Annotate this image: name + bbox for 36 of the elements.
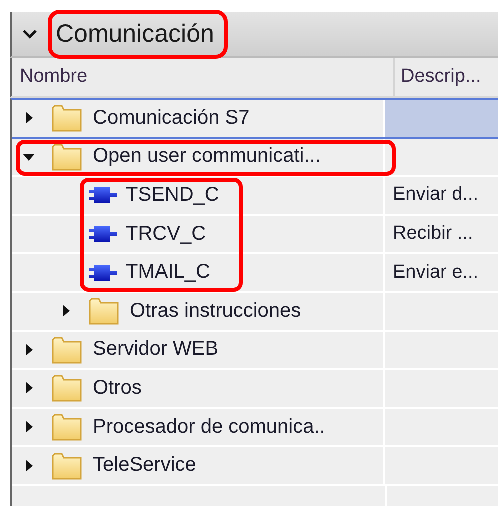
folder-icon: [52, 336, 82, 364]
description-text: Enviar d...: [393, 184, 479, 206]
folder-icon: [89, 297, 119, 326]
tree-row[interactable]: Servidor WEB: [12, 332, 498, 370]
tree-row[interactable]: Comunicación S7: [12, 100, 498, 139]
folder-icon: [52, 452, 82, 480]
tree-item-label[interactable]: TeleService: [93, 454, 196, 478]
tree-item-label[interactable]: Comunicación S7: [93, 106, 250, 130]
tree-item-label[interactable]: TMAIL_C: [126, 261, 210, 284]
folder-icon: [52, 374, 82, 402]
tree-row[interactable]: Procesador de comunica..: [12, 408, 498, 448]
folder-icon: [52, 104, 82, 132]
function-block-icon: [88, 225, 118, 244]
description-text: Enviar e...: [393, 262, 479, 284]
description-text: Recibir ...: [393, 223, 474, 246]
tree-row[interactable]: TMAIL_C Enviar e...: [12, 254, 498, 293]
tree-row[interactable]: TSEND_C Enviar d...: [12, 177, 498, 216]
tree-row[interactable]: Otros: [12, 370, 498, 409]
folder-icon: [52, 413, 82, 442]
column-header[interactable]: Descrip...: [395, 58, 498, 96]
tree-row[interactable]: Otras instrucciones: [12, 292, 498, 332]
tree-item-label[interactable]: Otros: [93, 376, 142, 400]
column-header[interactable]: Nombre: [12, 58, 395, 96]
tree-item-label[interactable]: Otras instrucciones: [130, 300, 302, 323]
tree-item-label[interactable]: TRCV_C: [126, 222, 206, 246]
tree-row[interactable]: TeleService: [12, 447, 498, 486]
tree-row[interactable]: TRCV_C Recibir ...: [12, 216, 498, 254]
folder-icon: [52, 142, 82, 171]
function-block-icon: [88, 264, 118, 282]
tree-item-label[interactable]: TSEND_C: [126, 184, 220, 207]
tree-item-label[interactable]: Open user communicati...: [93, 145, 321, 168]
tree-item-label[interactable]: Servidor WEB: [93, 338, 219, 362]
panel-header[interactable]: Comunicación: [10, 12, 498, 58]
tree-item-label[interactable]: Procesador de comunica..: [93, 416, 326, 439]
function-block-icon: [88, 186, 118, 204]
chevron-icon[interactable]: [22, 28, 38, 40]
